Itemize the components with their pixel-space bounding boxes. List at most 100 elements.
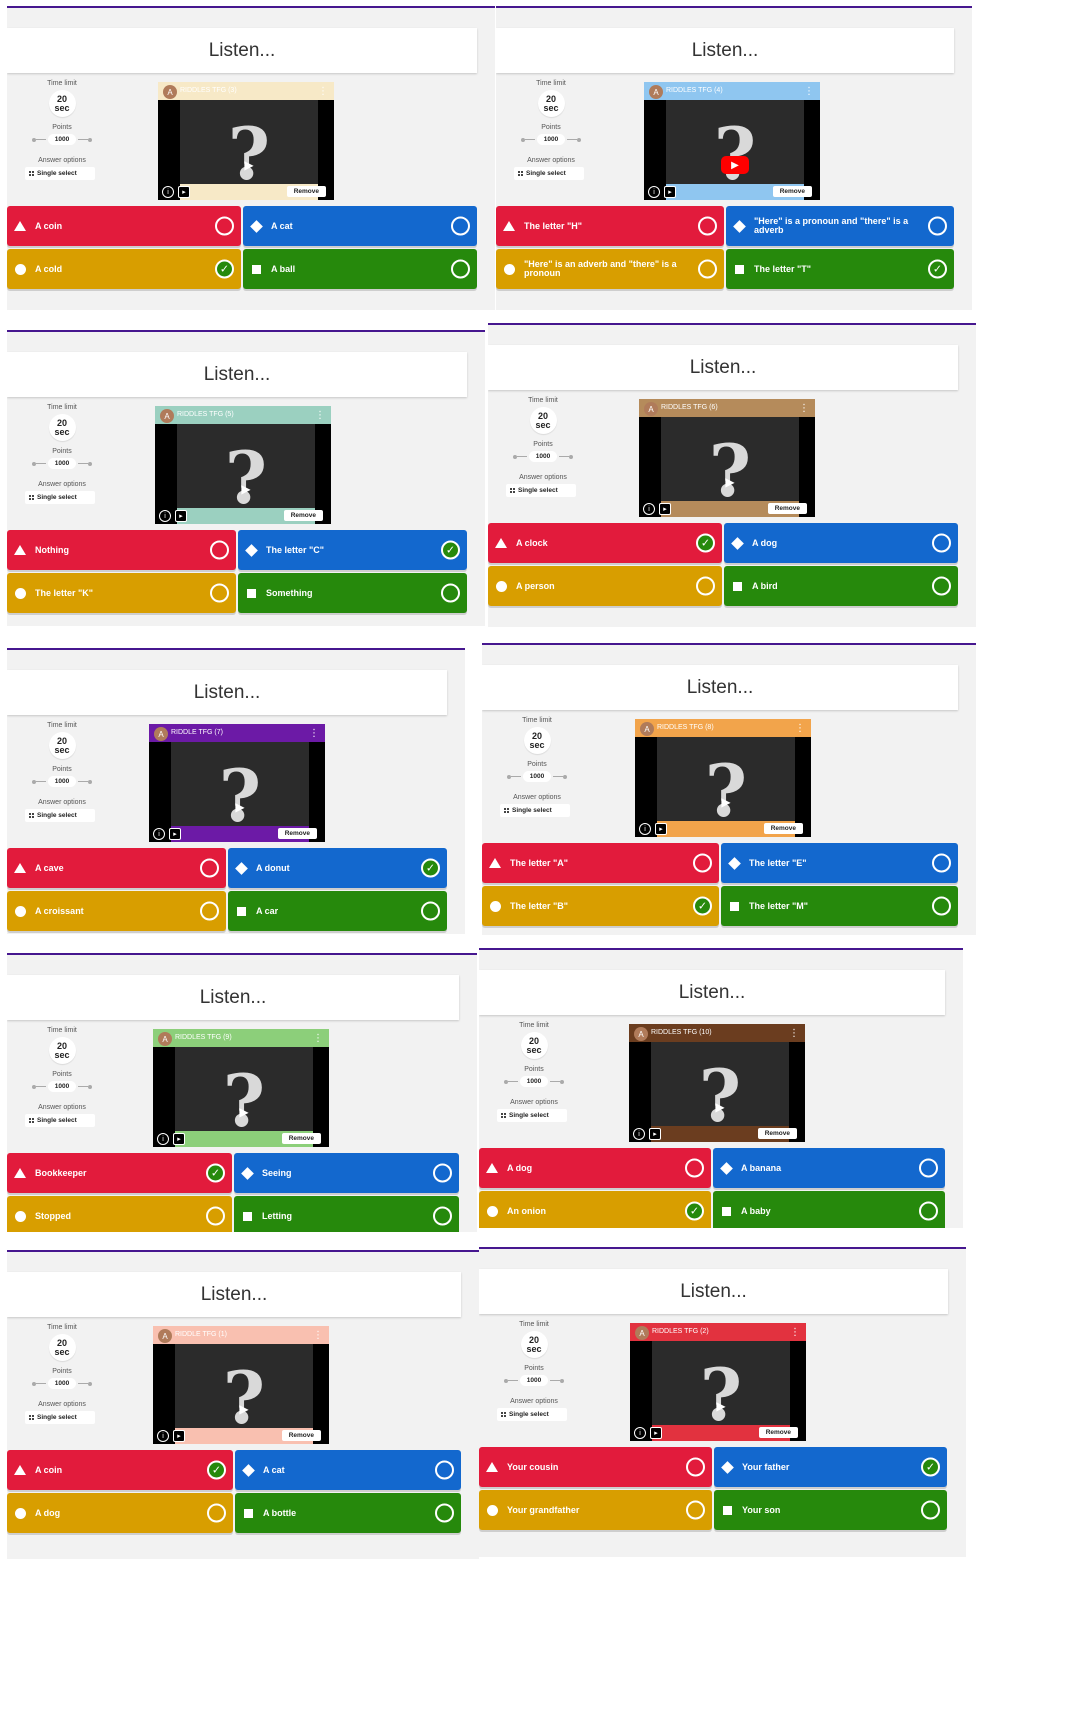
mark-correct-toggle-icon[interactable] (433, 1163, 452, 1183)
more-options-icon[interactable]: ⋮ (790, 1327, 800, 1338)
video-thumbnail[interactable]: A RIDDLES TFG (10) ⋮ ? ▶ i ▸ Remove (629, 1024, 805, 1142)
answer-option-red[interactable]: The letter "A" (482, 843, 719, 883)
media-icon[interactable]: ▸ (173, 1430, 185, 1442)
answer-option-blue[interactable]: A donut ✓ (228, 848, 447, 888)
more-options-icon[interactable]: ⋮ (795, 723, 805, 734)
info-icon[interactable]: i (159, 510, 171, 522)
question-title[interactable]: Listen... (482, 665, 958, 710)
answer-text[interactable]: The letter "M" (749, 901, 958, 911)
mark-correct-toggle-icon[interactable] (200, 901, 219, 921)
more-options-icon[interactable]: ⋮ (789, 1028, 799, 1039)
answer-mode-select[interactable]: Single select (497, 1109, 567, 1122)
mark-correct-toggle-icon[interactable] (435, 1460, 454, 1480)
points-value[interactable]: 1000 (519, 1375, 549, 1386)
answer-option-blue[interactable]: A cat (243, 206, 477, 246)
answer-option-blue[interactable]: The letter "C" ✓ (238, 530, 467, 570)
answer-option-green[interactable]: A baby (713, 1191, 945, 1228)
answer-text[interactable]: A dog (752, 538, 958, 548)
points-value[interactable]: 1000 (536, 134, 566, 145)
points-value[interactable]: 1000 (47, 458, 77, 469)
video-title[interactable]: RIDDLES TFG (9) (175, 1034, 232, 1041)
correct-check-icon[interactable]: ✓ (928, 259, 947, 279)
mark-correct-toggle-icon[interactable] (932, 576, 951, 596)
answer-option-blue[interactable]: Your father ✓ (714, 1447, 947, 1487)
answer-option-red[interactable]: A cave (7, 848, 226, 888)
time-limit-selector[interactable]: 20 sec (48, 1334, 76, 1361)
media-icon[interactable]: ▸ (173, 1133, 185, 1145)
answer-text[interactable]: A clock (516, 538, 722, 548)
mark-correct-toggle-icon[interactable] (200, 858, 219, 878)
answer-option-red[interactable]: A dog (479, 1148, 711, 1188)
points-value[interactable]: 1000 (528, 451, 558, 462)
answer-text[interactable]: A dog (35, 1508, 233, 1518)
video-title[interactable]: RIDDLE TFG (7) (171, 729, 223, 736)
answer-option-red[interactable]: The letter "H" (496, 206, 724, 246)
answer-text[interactable]: A cat (271, 221, 477, 231)
answer-option-yellow[interactable]: The letter "B" ✓ (482, 886, 719, 926)
info-icon[interactable]: i (643, 503, 655, 515)
points-slider[interactable]: 1000 (479, 1375, 589, 1386)
answer-option-red[interactable]: Your cousin (479, 1447, 712, 1487)
answer-option-blue[interactable]: "Here" is a pronoun and "there" is a adv… (726, 206, 954, 246)
answer-option-green[interactable]: The letter "T" ✓ (726, 249, 954, 289)
answer-text[interactable]: A bottle (263, 1508, 461, 1518)
time-limit-selector[interactable]: 20 sec (537, 90, 565, 117)
answer-option-green[interactable]: The letter "M" (721, 886, 958, 926)
answer-mode-select[interactable]: Single select (25, 809, 95, 822)
answer-option-yellow[interactable]: A cold ✓ (7, 249, 241, 289)
correct-check-icon[interactable]: ✓ (206, 1163, 225, 1183)
remove-media-button[interactable]: Remove (281, 1133, 321, 1144)
mark-correct-toggle-icon[interactable] (693, 853, 712, 873)
question-title[interactable]: Listen... (479, 1269, 948, 1314)
more-options-icon[interactable]: ⋮ (313, 1330, 323, 1341)
video-title[interactable]: RIDDLES TFG (3) (180, 87, 237, 94)
media-icon[interactable]: ▸ (175, 510, 187, 522)
answer-option-red[interactable]: Nothing (7, 530, 236, 570)
mark-correct-toggle-icon[interactable] (421, 901, 440, 921)
question-title[interactable]: Listen... (488, 345, 958, 390)
correct-check-icon[interactable]: ✓ (207, 1460, 226, 1480)
mark-correct-toggle-icon[interactable] (451, 259, 470, 279)
mark-correct-toggle-icon[interactable] (441, 583, 460, 603)
time-limit-selector[interactable]: 20 sec (48, 1037, 76, 1064)
answer-text[interactable]: A bird (752, 581, 958, 591)
play-icon[interactable]: ▶ (721, 795, 730, 809)
remove-media-button[interactable]: Remove (286, 186, 326, 197)
answer-text[interactable]: The letter "C" (266, 545, 467, 555)
mark-correct-toggle-icon[interactable] (210, 583, 229, 603)
remove-media-button[interactable]: Remove (281, 1430, 321, 1441)
time-limit-selector[interactable]: 20 sec (48, 414, 76, 441)
answer-mode-select[interactable]: Single select (25, 1411, 95, 1424)
answer-option-green[interactable]: A ball (243, 249, 477, 289)
mark-correct-toggle-icon[interactable] (215, 216, 234, 236)
answer-text[interactable]: A car (256, 906, 447, 916)
info-icon[interactable]: i (157, 1133, 169, 1145)
points-slider[interactable]: 1000 (7, 458, 117, 469)
mark-correct-toggle-icon[interactable] (932, 896, 951, 916)
points-slider[interactable]: 1000 (482, 771, 592, 782)
answer-option-blue[interactable]: A banana (713, 1148, 945, 1188)
answer-mode-select[interactable]: Single select (514, 167, 584, 180)
answer-text[interactable]: A ball (271, 264, 477, 274)
answer-text[interactable]: Something (266, 588, 467, 598)
media-icon[interactable]: ▸ (650, 1427, 662, 1439)
points-slider[interactable]: 1000 (479, 1076, 589, 1087)
info-icon[interactable]: i (648, 186, 660, 198)
answer-option-yellow[interactable]: An onion ✓ (479, 1191, 711, 1228)
question-title[interactable]: Listen... (479, 970, 945, 1015)
answer-text[interactable]: A coin (35, 221, 241, 231)
answer-text[interactable]: A coin (35, 1465, 233, 1475)
answer-option-blue[interactable]: Seeing (234, 1153, 459, 1193)
media-icon[interactable]: ▸ (649, 1128, 661, 1140)
answer-option-yellow[interactable]: A croissant (7, 891, 226, 931)
mark-correct-toggle-icon[interactable] (207, 1503, 226, 1523)
remove-media-button[interactable]: Remove (763, 823, 803, 834)
info-icon[interactable]: i (639, 823, 651, 835)
more-options-icon[interactable]: ⋮ (315, 410, 325, 421)
video-title[interactable]: RIDDLES TFG (4) (666, 87, 723, 94)
info-icon[interactable]: i (153, 828, 165, 840)
answer-text[interactable]: A donut (256, 863, 447, 873)
play-icon[interactable]: ▶ (716, 1399, 725, 1413)
answer-text[interactable]: A banana (741, 1163, 945, 1173)
play-icon[interactable]: ▶ (715, 1100, 724, 1114)
